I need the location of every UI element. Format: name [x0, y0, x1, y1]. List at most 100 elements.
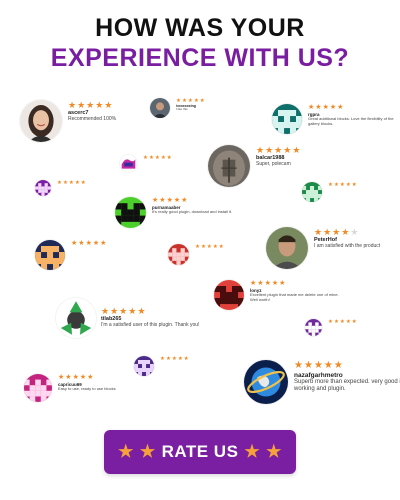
rate-us-label: RATE US — [161, 442, 239, 461]
star-icon: ★ — [257, 280, 265, 287]
star-icon: ★ — [323, 227, 333, 237]
star-icon: ★ — [279, 280, 287, 287]
reviewer-name: nazafgarhmetro — [294, 371, 343, 379]
star-rating: ★★★★★ — [57, 180, 93, 186]
headline-line-1: HOW WAS YOUR — [95, 14, 305, 42]
star-icon: ★ — [218, 244, 225, 250]
review-card: ★★★★★ ixxxxxxxing I like this — [150, 98, 228, 118]
star-icon: ★ — [181, 197, 189, 204]
review-text-block: ★★★★★ capricuu69 Easy to use, ready to use… — [58, 374, 126, 392]
review-card: ★★★★★ nazafgarhmetro Superb more than expe… — [244, 360, 400, 404]
review-card: ★★★★★ — [168, 244, 243, 265]
star-rating: ★★★★★ — [68, 100, 143, 110]
star-rating: ★★★★★ — [101, 306, 201, 316]
purple-pattern-avatar — [305, 319, 322, 336]
star-empty-icon: ★ — [350, 227, 360, 237]
review-text-block: ★★★★★ rgpra Great additional blocks. Love … — [308, 104, 400, 126]
review-text: I like this — [176, 107, 188, 112]
star-icon: ★ — [166, 155, 173, 161]
star-icon: ★ — [80, 180, 87, 186]
star-icon: ★ — [137, 306, 147, 316]
review-text-block: ★★★★★ — [328, 182, 370, 188]
star-icon: ★ — [183, 356, 190, 362]
review-card: ★★★★★ — [134, 356, 220, 376]
teal-pixel-avatar — [272, 104, 302, 134]
review-card: ★★★★★ — [305, 319, 390, 336]
review-text-block: ★★★★★ PeterHof I am satisfied with the pro… — [314, 227, 400, 249]
star-icon: ★ — [244, 442, 261, 461]
review-text-block: ★★★★★ purnamaaber It's really good plugin,… — [152, 197, 244, 215]
star-icon: ★ — [159, 197, 167, 204]
star-rating: ★★★★★ — [308, 104, 400, 112]
star-rating: ★★★★★ — [71, 240, 159, 248]
review-text: Great additional blocks. Love the flexib… — [308, 116, 394, 126]
review-card: ★★★★★ rgpra Great additional blocks. Love … — [272, 104, 400, 134]
star-icon: ★ — [332, 227, 342, 237]
review-card: ★★★★★ ascerc7 Recommended 100% — [20, 100, 143, 142]
star-rating: ★★★★★ — [328, 319, 390, 325]
star-icon: ★ — [87, 374, 95, 381]
review-card — [56, 298, 96, 338]
star-icon: ★ — [86, 100, 96, 110]
review-card: ★★★★★ lonyz Excellent plugin that made me … — [214, 280, 340, 310]
star-icon: ★ — [274, 145, 284, 155]
star-icon: ★ — [351, 182, 358, 188]
star-icon: ★ — [100, 240, 108, 247]
review-text: It's really good plugin, download and in… — [152, 209, 233, 215]
rate-us-button[interactable]: ★ ★ RATE US ★ ★ — [104, 430, 296, 474]
star-icon: ★ — [256, 145, 266, 155]
star-icon: ★ — [323, 360, 334, 371]
star-icon: ★ — [85, 240, 93, 247]
star-icon: ★ — [139, 442, 156, 461]
red-pixel-avatar — [168, 244, 189, 265]
star-rating: ★★★★★ — [256, 145, 331, 155]
star-icon: ★ — [65, 374, 73, 381]
review-text-block: ★★★★★ — [57, 180, 93, 186]
star-rating: ★★★★★ — [314, 227, 400, 237]
review-text-block: ★★★★★ — [143, 155, 183, 161]
star-rating: ★★★★★ — [294, 360, 400, 372]
navy-pixel-avatar — [35, 240, 65, 270]
star-rating: ★★★★★ — [250, 280, 340, 288]
star-icon: ★ — [68, 100, 78, 110]
star-rating: ★★★★★ — [143, 155, 183, 161]
recycle-avatar — [56, 298, 96, 338]
star-icon: ★ — [118, 442, 134, 461]
man-photo-avatar — [266, 227, 308, 269]
star-icon: ★ — [199, 98, 206, 104]
review-card: ★★★★★ — [302, 182, 370, 202]
review-text: Excellent plugin that made me delete one… — [250, 292, 339, 302]
review-text: I am satisfied with the product — [314, 242, 381, 249]
review-card: ★★★★★ balcar1988 Super, polecam — [208, 145, 331, 187]
review-text: Super, polecam — [256, 160, 291, 167]
star-rating: ★★★★★ — [195, 244, 243, 250]
star-icon: ★ — [314, 227, 324, 237]
star-icon: ★ — [265, 145, 275, 155]
star-icon: ★ — [303, 360, 314, 371]
person-photo-avatar — [150, 98, 170, 118]
review-card: ★★★★★ — [120, 155, 183, 172]
review-text: I'm a satisfied user of this plugin. Tha… — [101, 321, 200, 328]
review-text-block: ★★★★★ lonyz Excellent plugin that made me … — [250, 280, 340, 302]
review-card: ★★★★★ — [35, 240, 159, 270]
star-icon: ★ — [78, 240, 86, 247]
star-icon: ★ — [315, 104, 323, 111]
star-icon: ★ — [104, 100, 114, 110]
star-icon: ★ — [292, 145, 302, 155]
review-card: ★★★★★ tilab265 I'm a satisfied user of thi… — [101, 306, 201, 328]
star-icon: ★ — [294, 360, 304, 371]
star-icon: ★ — [322, 104, 330, 111]
star-icon: ★ — [264, 280, 272, 287]
review-text-block: ★★★★★ tilab265 I'm a satisfied user of thi… — [101, 306, 201, 328]
review-text: Superb more than expected. very good in … — [294, 378, 400, 392]
woman-photo-avatar — [20, 100, 62, 142]
star-icon: ★ — [128, 306, 138, 316]
green-robot-avatar — [115, 197, 146, 228]
star-icon: ★ — [95, 100, 105, 110]
red-robot-avatar — [214, 280, 244, 310]
review-text-block: ★★★★★ ixxxxxxxing I like this — [176, 98, 228, 112]
star-icon: ★ — [351, 319, 358, 325]
review-card: ★★★★★ PeterHof I am satisfied with the pro… — [266, 227, 400, 269]
green-pixel-avatar — [302, 182, 322, 202]
review-text-block: ★★★★★ — [160, 356, 220, 362]
